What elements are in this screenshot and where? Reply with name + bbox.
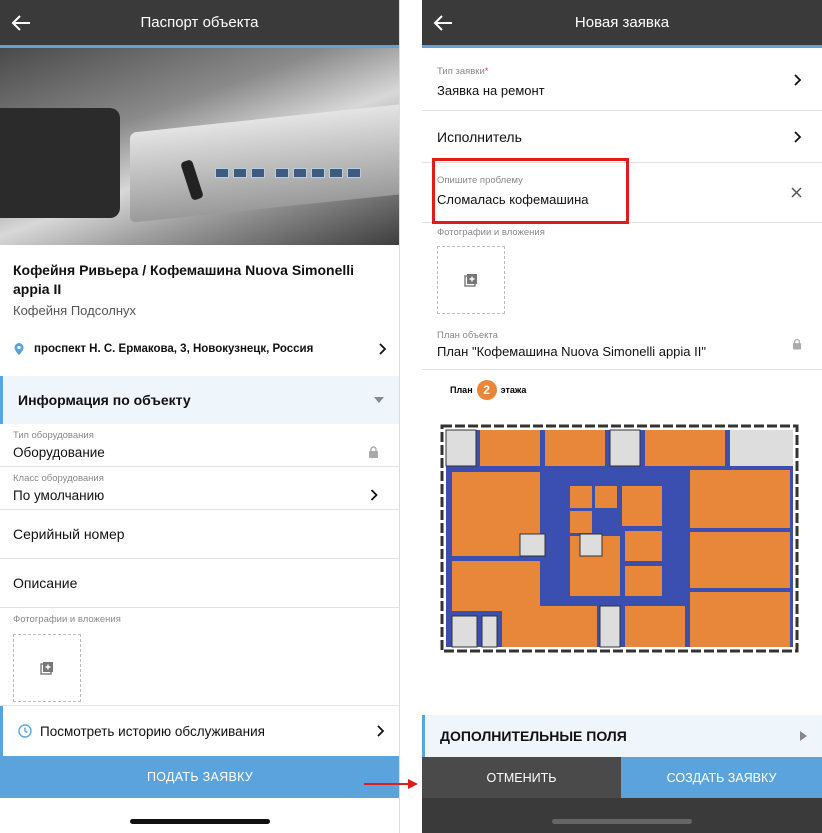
field-value: Оборудование [13, 445, 105, 460]
back-arrow-icon[interactable] [432, 12, 454, 34]
top-bar: Паспорт объекта [0, 0, 399, 48]
extra-fields-label: ДОПОЛНИТЕЛЬНЫЕ ПОЛЯ [440, 728, 627, 744]
transition-arrow-icon [364, 779, 418, 789]
field-value: По умолчанию [13, 488, 105, 503]
floor-plan-caption: План 2 этажа [450, 380, 804, 400]
serial-label: Серийный номер [13, 526, 125, 542]
section-title: Информация по объекту [18, 392, 191, 408]
description-label: Описание [13, 575, 78, 591]
floor-plan[interactable]: План 2 этажа [422, 370, 822, 661]
field-label: Опишите проблему [437, 175, 523, 186]
add-photo-button[interactable] [437, 246, 505, 314]
action-bar: ОТМЕНИТЬ СОЗДАТЬ ЗАЯВКУ [422, 757, 822, 799]
field-label: План объекта [437, 330, 498, 341]
lock-icon [369, 446, 378, 458]
submit-request-button[interactable]: ПОДАТЬ ЗАЯВКУ [0, 756, 399, 798]
cancel-button[interactable]: ОТМЕНИТЬ [422, 757, 621, 799]
field-label: Фотографии и вложения [13, 614, 121, 625]
new-request-screen: Новая заявка Тип заявки* Заявка на ремон… [422, 0, 822, 833]
field-label: Тип заявки* [437, 66, 489, 77]
clear-icon[interactable] [791, 187, 802, 198]
floor-number-badge: 2 [476, 380, 497, 400]
description-field[interactable]: Описание [0, 559, 399, 608]
problem-value[interactable]: Сломалась кофемашина [437, 192, 807, 207]
plan-value: План "Кофемашина Nuova Simonelli appia I… [437, 344, 706, 359]
chevron-right-icon [377, 725, 385, 737]
chevron-right-icon [794, 74, 802, 86]
object-photo [0, 48, 399, 245]
lock-icon [792, 338, 802, 350]
create-request-button[interactable]: СОЗДАТЬ ЗАЯВКУ [621, 757, 822, 799]
photos-field: Фотографии и вложения [0, 608, 399, 708]
add-photo-icon [40, 662, 53, 675]
executor-label: Исполнитель [437, 128, 522, 145]
extra-fields-section[interactable]: ДОПОЛНИТЕЛЬНЫЕ ПОЛЯ [422, 715, 822, 757]
plan-field: План объекта План "Кофемашина Nuova Simo… [422, 320, 822, 370]
home-indicator [422, 798, 822, 833]
location-pin-icon [14, 343, 24, 355]
home-indicator [0, 798, 399, 833]
request-type-field[interactable]: Тип заявки* Заявка на ремонт [422, 48, 822, 111]
object-name: Кофейня Ривьера / Кофемашина Nuova Simon… [13, 262, 355, 297]
address-text: проспект Н. С. Ермакова, 3, Новокузнецк,… [34, 343, 314, 355]
chevron-right-icon [370, 489, 378, 501]
photos-field: Фотографии и вложения [422, 223, 822, 320]
page-title: Паспорт объекта [140, 14, 259, 31]
object-passport-screen: Паспорт объекта Кофейня Ривьера / Кофема… [0, 0, 400, 833]
history-label: Посмотреть историю обслуживания [40, 723, 265, 739]
field-label: Класс оборудования [13, 473, 104, 484]
add-photo-icon [464, 274, 477, 287]
top-bar: Новая заявка [422, 0, 822, 48]
chevron-right-icon [379, 343, 387, 355]
section-object-info[interactable]: Информация по объекту [0, 376, 399, 424]
problem-input[interactable]: Опишите проблему Сломалась кофемашина [422, 163, 822, 223]
caret-down-icon [374, 397, 384, 403]
page-title: Новая заявка [574, 14, 670, 31]
executor-field[interactable]: Исполнитель [422, 111, 822, 163]
field-label: Тип оборудования [13, 430, 94, 441]
service-history-button[interactable]: Посмотреть историю обслуживания [0, 706, 399, 756]
serial-number-field[interactable]: Серийный номер [0, 510, 399, 559]
object-subtitle: Кофейня Подсолнух [13, 303, 137, 318]
clock-icon [18, 724, 32, 738]
address-row[interactable]: проспект Н. С. Ермакова, 3, Новокузнецк,… [0, 324, 399, 374]
chevron-right-icon [794, 131, 802, 143]
back-arrow-icon[interactable] [10, 12, 32, 34]
floor-plan-drawing [440, 424, 799, 653]
add-photo-button[interactable] [13, 634, 81, 702]
equipment-type-field: Тип оборудования Оборудование [0, 424, 399, 467]
equipment-class-field[interactable]: Класс оборудования По умолчанию [0, 467, 399, 510]
caret-right-icon [800, 731, 807, 741]
field-value: Заявка на ремонт [437, 83, 545, 98]
field-label: Фотографии и вложения [437, 227, 545, 238]
